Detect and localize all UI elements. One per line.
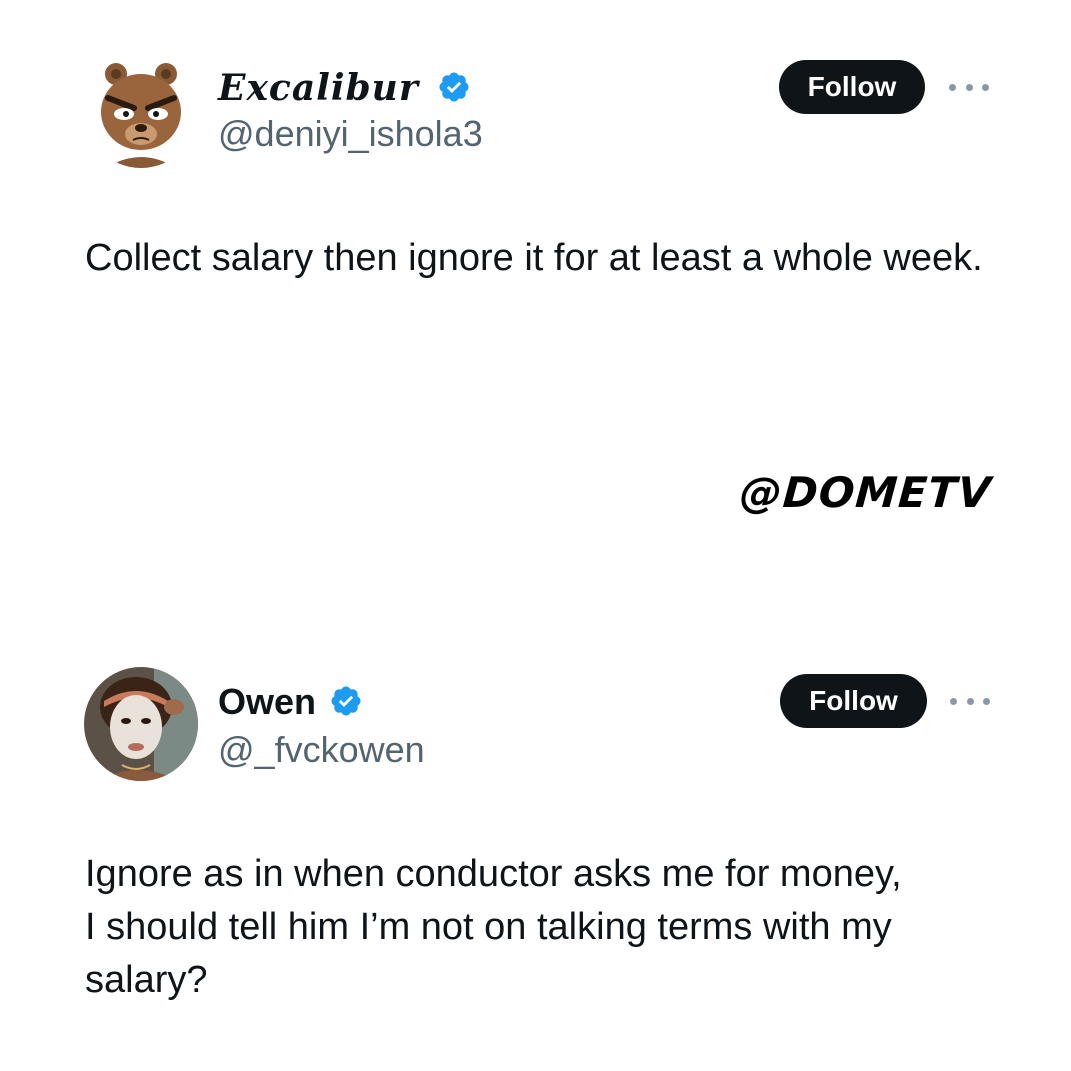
cartoon-bear-avatar xyxy=(84,54,198,168)
handle[interactable]: @deniyi_ishola3 xyxy=(218,114,483,154)
watermark: @DOMETV xyxy=(738,468,993,517)
display-name[interactable]: Owen xyxy=(218,682,316,722)
tweet-text: Ignore as in when conductor asks me for … xyxy=(85,853,902,1001)
more-dots-icon[interactable] xyxy=(949,77,989,97)
dot xyxy=(965,83,973,91)
follow-button[interactable]: Follow xyxy=(780,674,927,728)
verified-badge-icon xyxy=(439,72,469,102)
dot xyxy=(983,697,990,705)
dot xyxy=(949,83,956,91)
avatar[interactable] xyxy=(84,54,198,168)
dot xyxy=(982,83,989,91)
more-dots-icon[interactable] xyxy=(950,691,990,711)
face-mask-photo-avatar xyxy=(84,667,198,781)
dot xyxy=(950,697,957,705)
follow-button[interactable]: Follow xyxy=(779,60,925,114)
handle[interactable]: @_fvckowen xyxy=(218,730,425,770)
dot xyxy=(966,697,974,705)
avatar[interactable] xyxy=(84,667,198,781)
display-name[interactable]: Excalibur xyxy=(218,68,419,108)
tweet-text: Collect salary then ignore it for at lea… xyxy=(85,237,983,279)
verified-badge-icon xyxy=(331,686,361,716)
